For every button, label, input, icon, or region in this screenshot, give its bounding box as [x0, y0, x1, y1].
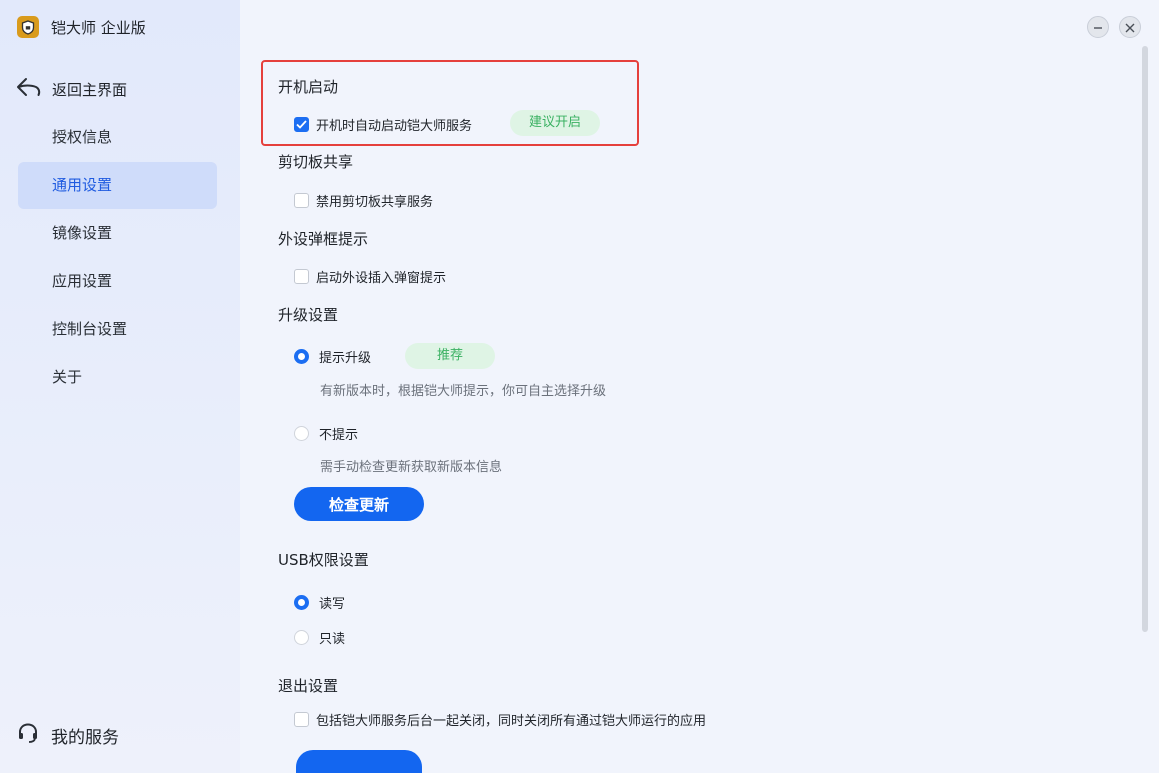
peripheral-title: 外设弹框提示	[278, 230, 369, 248]
sidebar-item-license[interactable]: 授权信息	[18, 114, 217, 161]
sidebar-nav: 授权信息 通用设置 镜像设置 应用设置 控制台设置 关于	[18, 114, 217, 402]
upgrade-prompt-hint: 有新版本时，根据铠大师提示，你可自主选择升级	[320, 384, 607, 399]
upgrade-no-prompt-hint: 需手动检查更新获取新版本信息	[320, 460, 503, 475]
exit-checkbox[interactable]	[294, 712, 309, 727]
exit-checkbox-row[interactable]: 包括铠大师服务后台一起关闭，同时关闭所有通过铠大师运行的应用	[294, 710, 706, 729]
back-label: 返回主界面	[52, 80, 128, 99]
usb-readonly-label: 只读	[319, 632, 346, 647]
sidebar-item-image[interactable]: 镜像设置	[18, 210, 217, 257]
clipboard-checkbox[interactable]	[294, 193, 309, 208]
upgrade-prompt-radio[interactable]	[294, 349, 309, 364]
app-title: 铠大师 企业版	[51, 18, 146, 37]
upgrade-title: 升级设置	[278, 306, 339, 324]
close-button[interactable]	[1119, 16, 1141, 38]
back-to-main-button[interactable]: 返回主界面	[16, 76, 127, 102]
check-update-button[interactable]: 检查更新	[294, 487, 424, 521]
upgrade-prompt-label: 提示升级	[319, 351, 372, 366]
exit-option-label: 包括铠大师服务后台一起关闭，同时关闭所有通过铠大师运行的应用	[316, 714, 707, 729]
usb-readwrite-radio[interactable]	[294, 595, 309, 610]
startup-checkbox[interactable]	[294, 117, 309, 132]
close-icon	[1125, 18, 1135, 37]
peripheral-checkbox-row[interactable]: 启动外设插入弹窗提示	[294, 267, 446, 286]
my-service-button[interactable]: 我的服务	[17, 722, 119, 748]
usb-readwrite-label: 读写	[319, 597, 346, 612]
clipboard-title: 剪切板共享	[278, 153, 354, 171]
recommended-badge: 推荐	[405, 343, 495, 369]
clipboard-option-label: 禁用剪切板共享服务	[316, 195, 434, 210]
my-service-label: 我的服务	[51, 727, 119, 748]
peripheral-checkbox[interactable]	[294, 269, 309, 284]
startup-checkbox-row[interactable]: 开机时自动启动铠大师服务	[294, 115, 472, 134]
shield-icon	[17, 16, 39, 38]
usb-title: USB权限设置	[278, 551, 369, 569]
minimize-icon	[1093, 18, 1103, 37]
app-brand: 铠大师 企业版	[17, 16, 146, 38]
sidebar: 铠大师 企业版 返回主界面 授权信息 通用设置 镜像设置 应用设置 控制台设置 …	[0, 0, 240, 773]
exit-action-button-partial[interactable]	[296, 750, 422, 773]
headset-icon	[17, 722, 39, 748]
sidebar-item-apps[interactable]: 应用设置	[18, 258, 217, 305]
peripheral-option-label: 启动外设插入弹窗提示	[316, 271, 447, 286]
upgrade-no-prompt-radio[interactable]	[294, 426, 309, 441]
sidebar-item-general[interactable]: 通用设置	[18, 162, 217, 209]
usb-readonly-radio[interactable]	[294, 630, 309, 645]
startup-option-label: 开机时自动启动铠大师服务	[316, 119, 473, 134]
usb-readwrite-radio-row[interactable]: 读写	[294, 593, 345, 612]
checkmark-icon	[296, 120, 307, 129]
upgrade-no-prompt-radio-row[interactable]: 不提示	[294, 424, 358, 443]
upgrade-prompt-radio-row[interactable]: 提示升级	[294, 347, 371, 366]
exit-title: 退出设置	[278, 677, 339, 695]
usb-readonly-radio-row[interactable]: 只读	[294, 628, 345, 647]
clipboard-checkbox-row[interactable]: 禁用剪切板共享服务	[294, 191, 433, 210]
scrollbar-thumb[interactable]	[1142, 46, 1148, 632]
sidebar-item-about[interactable]: 关于	[18, 354, 217, 401]
minimize-button[interactable]	[1087, 16, 1109, 38]
startup-title: 开机启动	[278, 78, 339, 96]
upgrade-no-prompt-label: 不提示	[319, 428, 359, 443]
sidebar-item-console[interactable]: 控制台设置	[18, 306, 217, 353]
back-arrow-icon	[16, 76, 42, 102]
recommend-enable-badge: 建议开启	[510, 110, 600, 136]
